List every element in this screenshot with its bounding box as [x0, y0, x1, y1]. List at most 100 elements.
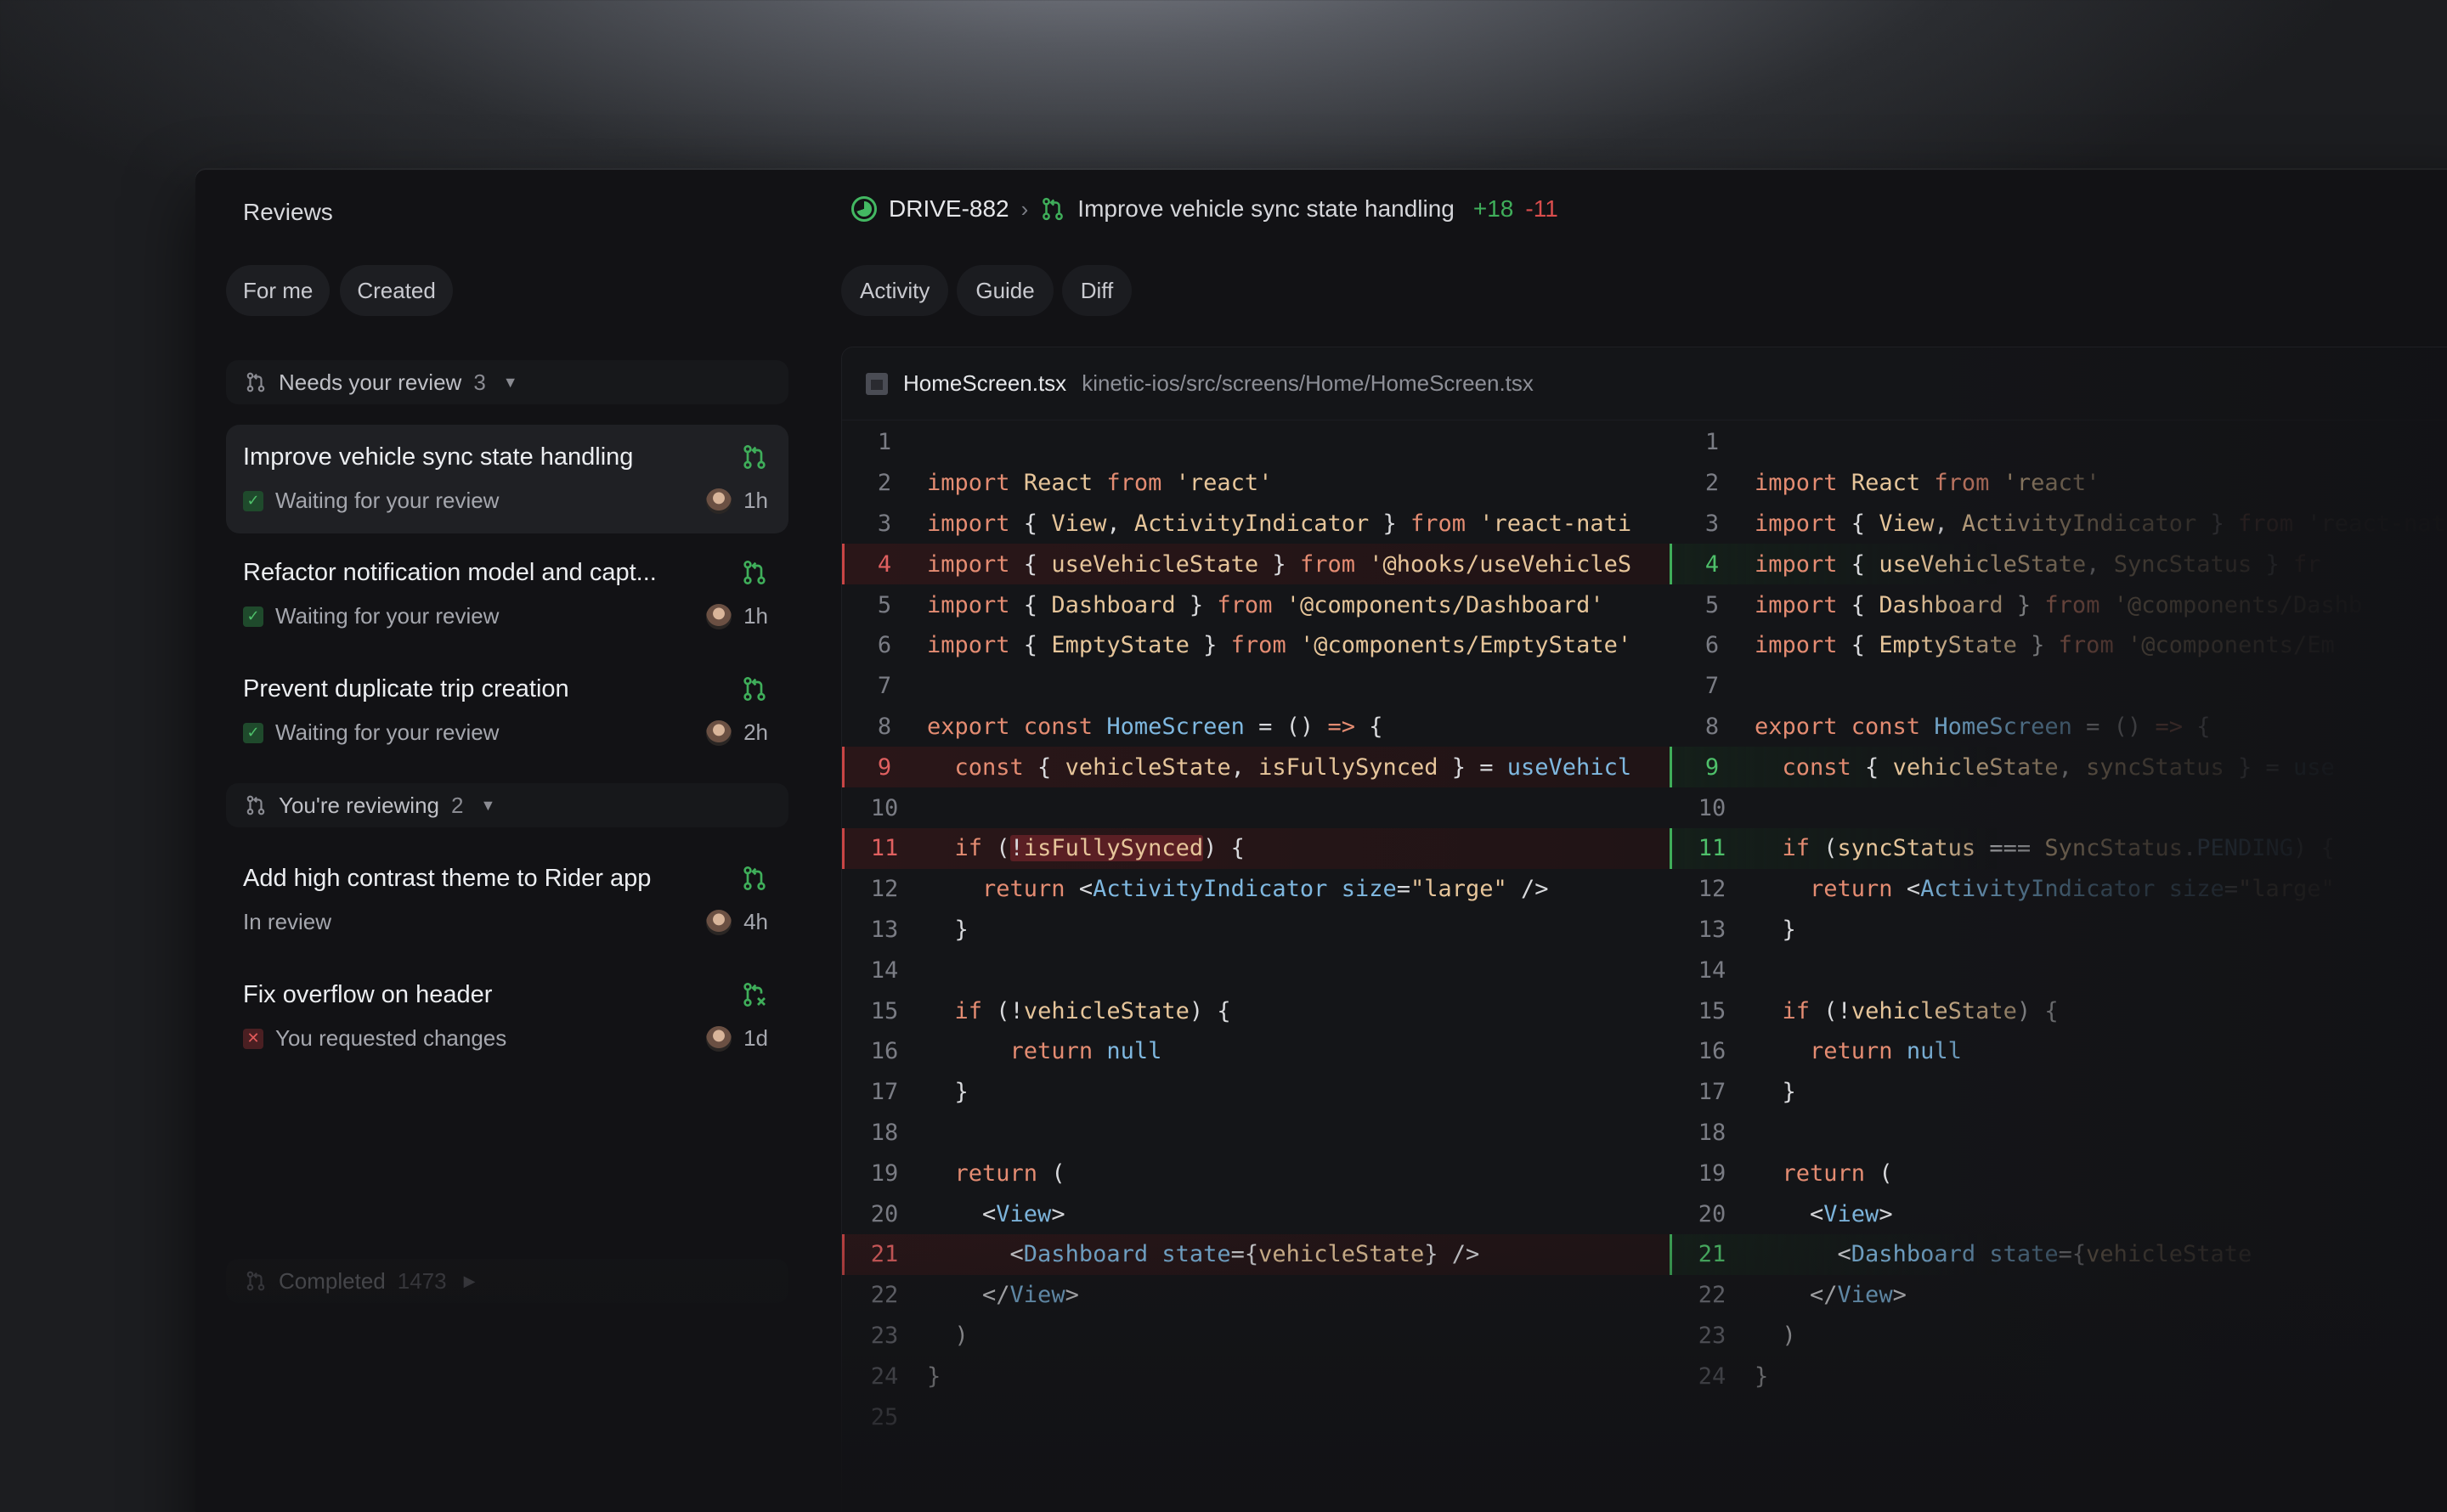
review-item[interactable]: Prevent duplicate trip creation ✓ Waitin… [226, 657, 788, 765]
code-line: 2 import React from 'react' [877, 470, 1273, 497]
review-item-status: ✓ Waiting for your review [243, 488, 499, 514]
tab-activity[interactable]: Activity [841, 265, 949, 316]
diff-pane-new: 1 2 import React from 'react' 3 import { V… [1670, 422, 2447, 1512]
review-item-age: 1h [743, 488, 768, 513]
review-item[interactable]: Refactor notification model and capt... … [226, 540, 788, 649]
code-line: 6 import { EmptyState } from '@components… [877, 632, 1632, 659]
code-line-added: 11 if (syncStatus === SyncStatus.PENDING… [1670, 827, 2447, 869]
code-line-removed: 21 <Dashboard state={vehicleState} /> [842, 1233, 1670, 1275]
review-item[interactable]: Improve vehicle sync state handling ✓ Wa… [226, 425, 788, 533]
review-item-meta: 1h [706, 488, 768, 514]
diff-file: HomeScreen.tsx kinetic-ios/src/screens/H… [841, 347, 2447, 1512]
code-line: 10 [870, 794, 899, 821]
code-line: 25 [870, 1403, 899, 1430]
filter-created[interactable]: Created [340, 265, 453, 316]
code-line-added: 4 import { useVehicleState, SyncStatus } … [1670, 544, 2447, 585]
check-icon: ✓ [243, 722, 263, 743]
avatar [706, 488, 732, 514]
close-icon: ✕ [243, 1028, 263, 1049]
review-item-title: Add high contrast theme to Rider app [243, 865, 652, 892]
additions-count: +18 [1472, 195, 1514, 222]
code-line: 19 return ( [1698, 1159, 1893, 1187]
code-line: 5 import { Dashboard } from '@components/… [1704, 591, 2363, 618]
group-label: You're reviewing [279, 792, 440, 818]
caret-right-icon: ▶ [463, 1272, 476, 1289]
review-item[interactable]: Fix overflow on header ✕ You requested c… [226, 962, 788, 1071]
code-line: 7 [1704, 673, 1720, 700]
code-line: 10 [1698, 794, 1726, 821]
code-line: 8 export const HomeScreen = () => { [1704, 713, 2211, 740]
tab-diff[interactable]: Diff [1061, 265, 1133, 316]
breadcrumb-ticket[interactable]: DRIVE-882 [889, 195, 1009, 223]
review-item[interactable]: Add high contrast theme to Rider app In … [226, 846, 788, 955]
code-line: 22 </View> [870, 1282, 1079, 1309]
status-label: You requested changes [275, 1025, 507, 1051]
pull-request-icon [743, 677, 766, 701]
status-label: Waiting for your review [275, 488, 500, 513]
code-line: 3 import { View, ActivityIndicator } from… [1704, 510, 2445, 537]
pull-request-icon [743, 866, 766, 890]
avatar [706, 719, 732, 746]
status-label: In review [243, 909, 332, 934]
sidebar-title: Reviews [243, 199, 333, 225]
review-item-age: 1h [743, 603, 768, 629]
pull-request-icon [743, 561, 766, 584]
group-completed[interactable]: Completed 1473 ▶ [226, 1259, 788, 1303]
file-header: HomeScreen.tsx kinetic-ios/src/screens/H… [842, 347, 2447, 420]
review-item-status: ✓ Waiting for your review [243, 719, 499, 746]
code-line: 1 [877, 429, 892, 456]
group-count: 3 [473, 369, 486, 395]
tab-guide[interactable]: Guide [957, 265, 1054, 316]
code-line: 22 </View> [1698, 1282, 1907, 1309]
review-item-meta: 2h [706, 719, 768, 746]
pull-request-icon [246, 372, 265, 392]
file-path: kinetic-ios/src/screens/Home/HomeScreen.… [1082, 370, 1534, 396]
group-you-are-reviewing[interactable]: You're reviewing 2 ▼ [226, 783, 788, 827]
code-line: 24} [870, 1362, 941, 1390]
reviews-sidebar: Reviews For me Created Needs your review… [195, 170, 816, 1512]
status-label: Waiting for your review [275, 603, 500, 629]
review-item-status: ✕ You requested changes [243, 1025, 506, 1052]
group-count: 1473 [397, 1267, 447, 1294]
code-line: 2 import React from 'react' [1704, 470, 2100, 497]
code-line: 13 } [1698, 916, 1796, 943]
chevron-right-icon: › [1020, 195, 1029, 222]
code-line: 14 [870, 956, 899, 984]
check-icon: ✓ [243, 490, 263, 511]
code-line-added: 21 <Dashboard state={vehicleState [1670, 1233, 2447, 1275]
code-line: 17 } [1698, 1079, 1796, 1106]
code-line-removed: 4 import { useVehicleState } from '@hooks… [842, 544, 1670, 585]
code-line-removed: 11 if (!isFullySynced) { [842, 827, 1670, 869]
code-line: 16 return null [870, 1038, 1162, 1065]
caret-down-icon: ▼ [502, 373, 518, 391]
avatar [706, 603, 732, 629]
review-item-age: 2h [743, 719, 768, 745]
code-line: 16 return null [1698, 1038, 1962, 1065]
review-main: DRIVE-882 › Improve vehicle sync state h… [816, 170, 2447, 1512]
check-icon: ✓ [243, 606, 263, 627]
code-line: 3 import { View, ActivityIndicator } from… [877, 510, 1632, 537]
code-line: 15 if (!vehicleState) { [870, 997, 1231, 1024]
code-line: 17 } [870, 1079, 969, 1106]
code-line: 6 import { EmptyState } from '@components… [1704, 632, 2335, 659]
code-line: 13 } [870, 916, 969, 943]
review-item-status: In review [243, 909, 331, 935]
pull-request-icon [246, 1271, 265, 1291]
group-needs-review[interactable]: Needs your review 3 ▼ [226, 360, 788, 404]
code-line: 23 ) [870, 1322, 969, 1349]
group-label: Completed [279, 1267, 386, 1294]
app-window: Reviews For me Created Needs your review… [195, 170, 2447, 1512]
file-icon [866, 372, 888, 395]
pull-request-icon [246, 795, 265, 815]
code-line: 12 return <ActivityIndicator size="large… [1698, 876, 2335, 903]
caret-down-icon: ▼ [480, 796, 496, 814]
review-item-title: Refactor notification model and capt... [243, 559, 657, 586]
avatar [706, 909, 732, 935]
diff-pane-old: 1 2 import React from 'react' 3 import { V… [842, 422, 1670, 1512]
code-line: 18 [1698, 1119, 1726, 1146]
file-name[interactable]: HomeScreen.tsx [903, 370, 1066, 397]
review-item-meta: 1h [706, 603, 768, 629]
code-line: 14 [1698, 956, 1726, 984]
pull-request-icon [1043, 197, 1064, 221]
filter-for-me[interactable]: For me [226, 265, 331, 316]
